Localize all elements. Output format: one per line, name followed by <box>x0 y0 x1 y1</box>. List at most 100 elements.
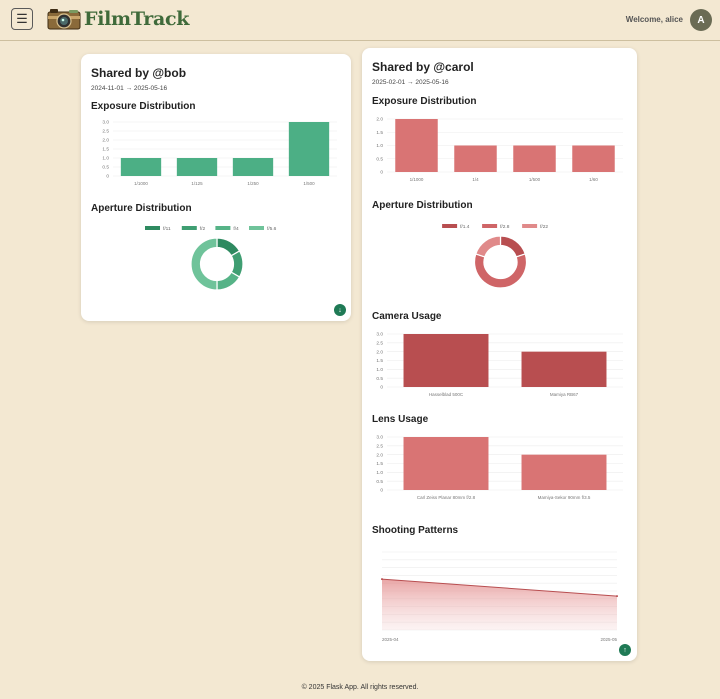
y-tick-label: 2.5 <box>376 443 383 449</box>
patterns-section-title: Shooting Patterns <box>372 525 459 536</box>
x-tick-label: 1/500 <box>529 177 541 182</box>
exposure-bar-chart: 0 0.5 1.0 1.5 2.0 1/1000 1/4 1/500 1/60 <box>376 117 623 182</box>
exposure-bar-chart: 0 0.5 1.0 1.5 2.0 2.5 3.0 1/1000 1/125 1/250 1/500 <box>102 120 337 186</box>
camera-bar-chart: 0 0.5 1.0 1.5 2.0 2.5 3.0 Hasselblad 500C Mamiya… <box>376 332 623 397</box>
area-fill <box>382 579 617 630</box>
legend-swatch <box>442 224 458 228</box>
arrow-up-icon[interactable]: ↑ <box>619 644 631 656</box>
legend-label: f/4 <box>233 226 239 232</box>
data-point <box>381 578 383 581</box>
arrow-down-icon[interactable]: ↓ <box>334 304 346 316</box>
bar <box>232 158 274 176</box>
date-range: 2024-11-01 → 2025-05-16 <box>91 85 168 92</box>
shared-card-carol: Shared by @carol 2025-02-01 → 2025-05-16… <box>362 48 637 661</box>
aperture-section-title: Aperture Distribution <box>372 200 473 211</box>
y-tick-label: 2.5 <box>376 340 383 346</box>
y-tick-label: 1.5 <box>102 147 109 153</box>
x-tick-label: Mamiya-Sekor 90mm f/3.5 <box>538 495 591 500</box>
lens-section-title: Lens Usage <box>372 414 429 425</box>
card-title: Shared by @bob <box>91 66 187 80</box>
footer: © 2025 Flask App. All rights reserved. <box>301 684 419 691</box>
y-tick-label: 2.0 <box>376 117 383 123</box>
y-tick-label: 2.0 <box>102 138 109 144</box>
x-tick-label: 2025-04 <box>382 637 399 642</box>
y-tick-label: 1.0 <box>376 470 383 476</box>
bar <box>120 158 162 176</box>
donut-slice <box>190 237 218 291</box>
bar <box>521 454 607 490</box>
x-tick-label: 1/500 <box>303 181 315 186</box>
legend-label: f/5.6 <box>267 226 277 232</box>
legend-label: f/22 <box>540 224 548 230</box>
aperture-donut-chart: f/1.4 f/2.8 f/22 <box>442 224 548 289</box>
bar <box>288 122 330 176</box>
y-tick-label: 0.5 <box>376 376 383 382</box>
y-tick-label: 1.0 <box>376 367 383 373</box>
legend-swatch <box>482 224 498 228</box>
legend-label: f/2.8 <box>500 224 510 230</box>
donut-slice <box>499 235 526 258</box>
brand-logo[interactable]: FilmTrack <box>47 7 189 31</box>
y-tick-label: 1.5 <box>376 130 383 136</box>
y-tick-label: 2.0 <box>376 452 383 458</box>
x-tick-label: 1/125 <box>191 181 203 186</box>
y-tick-label: 3.0 <box>376 332 383 338</box>
bar <box>513 145 556 172</box>
data-point <box>616 595 618 598</box>
navbar: ☰ FilmTrack Welcome, alice A <box>0 0 720 41</box>
bar <box>403 334 489 387</box>
legend-swatch <box>145 226 160 230</box>
legend-swatch <box>215 226 231 230</box>
lens-bar-chart: 0 0.5 1.0 1.5 2.0 2.5 3.0 Carl Zeiss Planar 80m… <box>376 435 623 500</box>
y-tick-label: 1.0 <box>376 143 383 149</box>
hamburger-icon[interactable]: ☰ <box>11 8 33 30</box>
avatar[interactable]: A <box>690 9 712 31</box>
shared-card-bob: Shared by @bob 2024-11-01 → 2025-05-16 E… <box>81 54 351 321</box>
y-tick-label: 0 <box>380 488 383 494</box>
x-tick-label: 1/1000 <box>134 181 148 186</box>
x-tick-label: 1/4 <box>472 177 479 182</box>
legend-label: f/1.4 <box>460 224 470 230</box>
y-tick-label: 0 <box>106 174 109 180</box>
legend-label: f/2 <box>200 226 206 232</box>
y-tick-label: 0.5 <box>376 156 383 162</box>
donut-slice <box>216 271 241 291</box>
y-tick-label: 1.5 <box>376 358 383 364</box>
bar <box>395 119 438 172</box>
legend-swatch <box>249 226 264 230</box>
legend-label: f/11 <box>163 226 171 232</box>
y-tick-label: 0 <box>380 170 383 176</box>
bar <box>454 145 497 172</box>
exposure-section-title: Exposure Distribution <box>91 101 196 112</box>
y-tick-label: 2.5 <box>102 129 109 135</box>
y-tick-label: 3.0 <box>376 435 383 441</box>
y-tick-label: 2.0 <box>376 349 383 355</box>
shooting-patterns-area-chart: 2025-04 2025-05 <box>381 551 618 642</box>
y-tick-label: 0.5 <box>376 479 383 485</box>
donut-slice <box>473 253 528 289</box>
x-tick-label: 1/1000 <box>410 177 424 182</box>
x-tick-label: Mamiya RB67 <box>550 392 579 397</box>
bar <box>403 437 489 490</box>
brand-name: FilmTrack <box>84 8 190 30</box>
y-tick-label: 1.5 <box>376 461 383 467</box>
card-title: Shared by @carol <box>372 60 474 74</box>
x-tick-label: 2025-05 <box>600 637 617 642</box>
donut-slice <box>475 235 502 258</box>
camera-icon <box>47 9 81 30</box>
y-tick-label: 0 <box>380 385 383 391</box>
aperture-section-title: Aperture Distribution <box>91 203 192 214</box>
legend-swatch <box>522 224 538 228</box>
date-range: 2025-02-01 → 2025-05-16 <box>372 79 449 86</box>
welcome-text: Welcome, alice <box>625 15 683 24</box>
bar <box>572 145 615 172</box>
y-tick-label: 1.0 <box>102 156 109 162</box>
x-tick-label: Hasselblad 500C <box>429 392 464 397</box>
y-tick-label: 0.5 <box>102 165 109 171</box>
aperture-donut-chart: f/11 f/2 f/4 f/5.6 <box>145 226 277 291</box>
bar <box>176 158 218 176</box>
legend-swatch <box>181 226 197 230</box>
y-tick-label: 3.0 <box>102 120 109 126</box>
camera-section-title: Camera Usage <box>372 311 442 322</box>
bar <box>521 351 607 387</box>
